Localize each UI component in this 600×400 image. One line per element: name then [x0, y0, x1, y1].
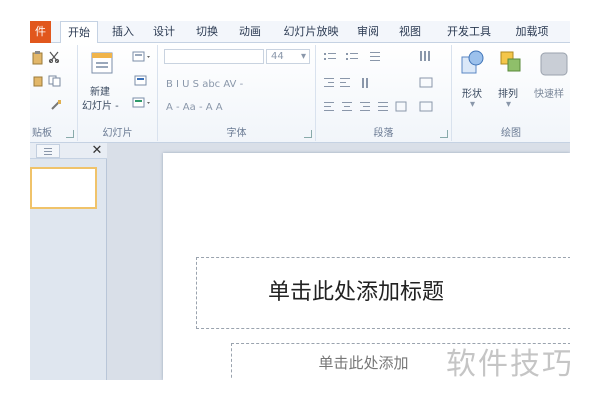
group-paragraph: 段落	[316, 45, 452, 141]
section-icon[interactable]	[132, 97, 152, 109]
tab-review[interactable]: 审阅	[352, 21, 384, 43]
shapes-icon[interactable]	[460, 49, 486, 77]
tab-insert[interactable]: 插入	[106, 21, 140, 43]
tab-animations[interactable]: 动画	[233, 21, 267, 43]
new-slide-dropdown[interactable]: 幻灯片 -	[82, 97, 119, 112]
chevron-down-icon: ▾	[300, 51, 306, 62]
paste-icon[interactable]	[32, 51, 44, 65]
arrange-label[interactable]: 排列	[498, 85, 518, 100]
ribbon: 贴板 新建 幻灯片 - 幻灯片 44 ▾ B I U S abc AV - A …	[30, 43, 570, 143]
group-font: 44 ▾ B I U S abc AV - A - Aa - A A 字体	[158, 45, 316, 141]
layout-icon[interactable]	[132, 51, 152, 63]
tab-home[interactable]: 开始	[60, 21, 98, 44]
font-size-buttons[interactable]: A - Aa - A A	[166, 102, 223, 113]
paragraph-launcher[interactable]	[440, 130, 448, 138]
panel-tabs: ✕	[30, 143, 107, 159]
shapes-label[interactable]: 形状	[462, 85, 482, 100]
tab-file[interactable]: 件	[30, 21, 51, 43]
title-placeholder-text: 单击此处添加标题	[267, 280, 444, 305]
font-size-value: 44	[271, 51, 284, 62]
tab-developer[interactable]: 开发工具	[438, 21, 500, 43]
quick-styles-label[interactable]: 快速样	[534, 85, 564, 100]
indent-icons[interactable]	[324, 77, 444, 89]
group-label-slides: 幻灯片	[102, 128, 133, 139]
ribbon-tabs: 件 开始 插入 设计 切换 动画 幻灯片放映 审阅 视图 开发工具 加载项	[30, 21, 570, 44]
new-slide-label[interactable]: 新建	[90, 83, 110, 98]
title-placeholder[interactable]: 单击此处添加标题	[196, 257, 570, 329]
tab-overflow[interactable]	[562, 21, 570, 43]
quick-styles-icon[interactable]	[538, 49, 568, 77]
copy-icon[interactable]	[48, 75, 62, 87]
reset-icon[interactable]	[134, 75, 148, 87]
alignment-icons[interactable]	[324, 101, 448, 113]
font-style-buttons[interactable]: B I U S abc AV -	[166, 79, 243, 90]
tab-slide-show[interactable]: 幻灯片放映	[275, 21, 347, 43]
tab-view[interactable]: 视图	[394, 21, 426, 43]
tab-transitions[interactable]: 切换	[190, 21, 224, 43]
group-drawing: 形状 ▾ 排列 ▾ 快速样 绘图	[452, 45, 570, 141]
paste-options-icon[interactable]	[32, 75, 44, 87]
chevron-down-icon: ▾	[506, 99, 512, 110]
group-label-font: 字体	[226, 128, 247, 139]
cut-icon[interactable]	[48, 51, 60, 63]
tab-design[interactable]: 设计	[147, 21, 181, 43]
group-label-paragraph: 段落	[373, 128, 394, 139]
outline-icon	[44, 148, 52, 155]
font-launcher[interactable]	[304, 130, 312, 138]
watermark-text: 软件技巧	[446, 347, 570, 380]
tab-outline[interactable]	[36, 144, 60, 158]
slides-panel: ✕	[30, 143, 107, 380]
group-slides: 新建 幻灯片 - 幻灯片	[78, 45, 158, 141]
bullets-numbering-icons[interactable]	[324, 51, 444, 63]
format-painter-icon[interactable]	[50, 99, 62, 111]
group-clipboard: 贴板	[30, 45, 78, 141]
powerpoint-window: 件 开始 插入 设计 切换 动画 幻灯片放映 审阅 视图 开发工具 加载项 贴板…	[30, 21, 570, 380]
slide-thumbnail[interactable]	[30, 167, 97, 209]
tab-add-ins[interactable]: 加载项	[510, 21, 554, 43]
chevron-down-icon: ▾	[470, 99, 476, 110]
clipboard-launcher[interactable]	[66, 130, 74, 138]
arrange-icon[interactable]	[498, 49, 524, 77]
new-slide-icon[interactable]	[90, 49, 114, 77]
font-size-combo[interactable]: 44 ▾	[266, 49, 310, 64]
close-icon[interactable]: ✕	[90, 143, 104, 159]
group-label-drawing: 绘图	[501, 128, 521, 139]
font-name-combo[interactable]	[164, 49, 264, 64]
